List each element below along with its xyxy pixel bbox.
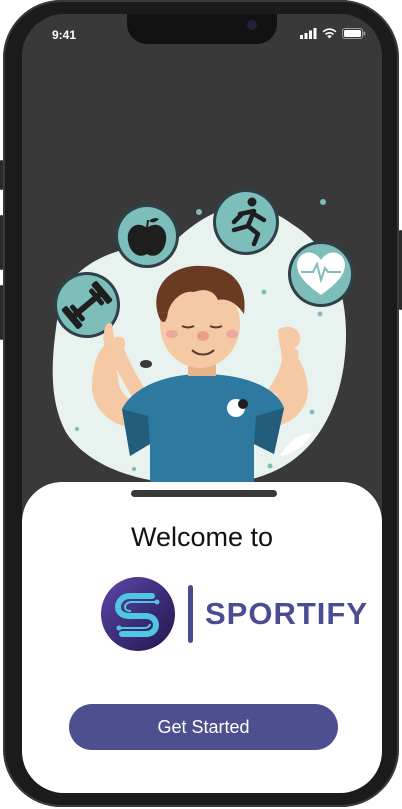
sportify-logo-icon (101, 577, 175, 651)
side-button (0, 285, 3, 340)
notch (127, 14, 277, 44)
welcome-heading: Welcome to (130, 522, 274, 552)
side-button (0, 215, 3, 270)
phone-mockup: 9:41 Welcome to SPORTIFY Get Started (0, 0, 402, 809)
status-time: 9:41 (52, 28, 77, 42)
sheet-drag-handle[interactable] (131, 490, 277, 497)
welcome-sheet: Welcome to SPORTIFY Get Started (22, 482, 382, 793)
signal-icon (300, 28, 317, 39)
fitness-illustration (52, 189, 354, 504)
app-screen: 9:41 Welcome to SPORTIFY Get Started (22, 14, 382, 793)
heart-pulse-icon (288, 241, 354, 307)
wifi-icon (322, 28, 337, 39)
apple-icon (115, 204, 179, 268)
camera (247, 20, 257, 30)
battery-icon (342, 28, 366, 39)
brand-logo: SPORTIFY (100, 576, 368, 652)
brand-name: SPORTIFY (205, 596, 369, 631)
side-button (0, 160, 3, 190)
logo-divider (188, 585, 193, 643)
get-started-button[interactable]: Get Started (69, 704, 338, 750)
runner-icon (213, 189, 279, 255)
